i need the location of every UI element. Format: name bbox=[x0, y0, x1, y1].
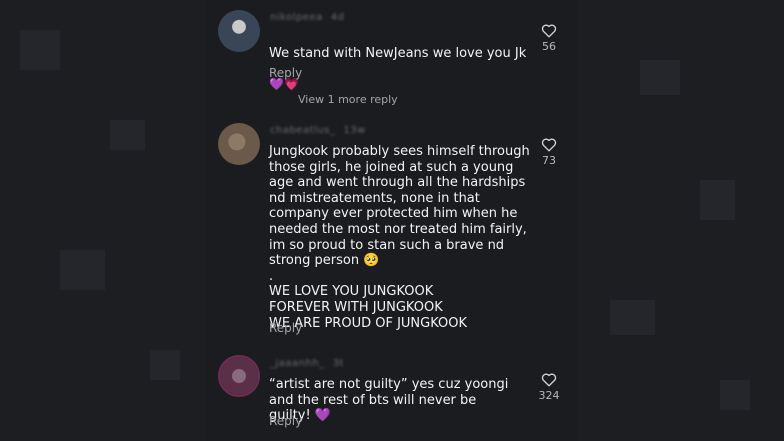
reply-button[interactable]: Reply bbox=[269, 321, 302, 335]
avatar[interactable] bbox=[218, 355, 260, 397]
comment-username[interactable]: nikolpeea 4d bbox=[270, 12, 344, 23]
comment-username[interactable]: chabeatlus_ 13w bbox=[270, 125, 366, 136]
heart-icon bbox=[541, 138, 557, 152]
like-count: 324 bbox=[538, 389, 560, 402]
comment-time: 3t bbox=[332, 358, 344, 369]
avatar-image bbox=[218, 123, 260, 165]
comment-body: We stand with NewJeans we love you Jk bbox=[269, 45, 527, 61]
view-more-replies-link[interactable]: View 1 more reply bbox=[298, 93, 398, 106]
username-text: nikolpeea bbox=[270, 12, 323, 23]
username-text: chabeatlus_ bbox=[270, 125, 336, 136]
reply-button[interactable]: Reply bbox=[269, 414, 302, 428]
reply-button[interactable]: Reply bbox=[269, 66, 302, 80]
comment-username[interactable]: _jaaanhh_ 3t bbox=[270, 358, 344, 369]
comment-text: Jungkook probably sees himself through t… bbox=[269, 144, 530, 331]
heart-icon bbox=[541, 373, 557, 387]
like-count: 56 bbox=[542, 40, 556, 53]
comment-text: We stand with NewJeans we love you Jk 💜💗 bbox=[269, 30, 531, 92]
comment-text: “artist are not guilty” yes cuz yoongi a… bbox=[269, 377, 509, 424]
heart-icon bbox=[541, 24, 557, 38]
like-button[interactable]: 324 bbox=[534, 372, 564, 402]
like-button[interactable]: 56 bbox=[534, 23, 564, 53]
avatar-image bbox=[218, 10, 260, 52]
avatar[interactable] bbox=[218, 10, 260, 52]
username-text: _jaaanhh_ bbox=[270, 358, 325, 369]
like-button[interactable]: 73 bbox=[534, 137, 564, 167]
avatar[interactable] bbox=[218, 123, 260, 165]
comment-time: 4d bbox=[330, 12, 345, 23]
comment-time: 13w bbox=[343, 125, 366, 136]
avatar-image bbox=[220, 357, 258, 395]
like-count: 73 bbox=[542, 154, 556, 167]
